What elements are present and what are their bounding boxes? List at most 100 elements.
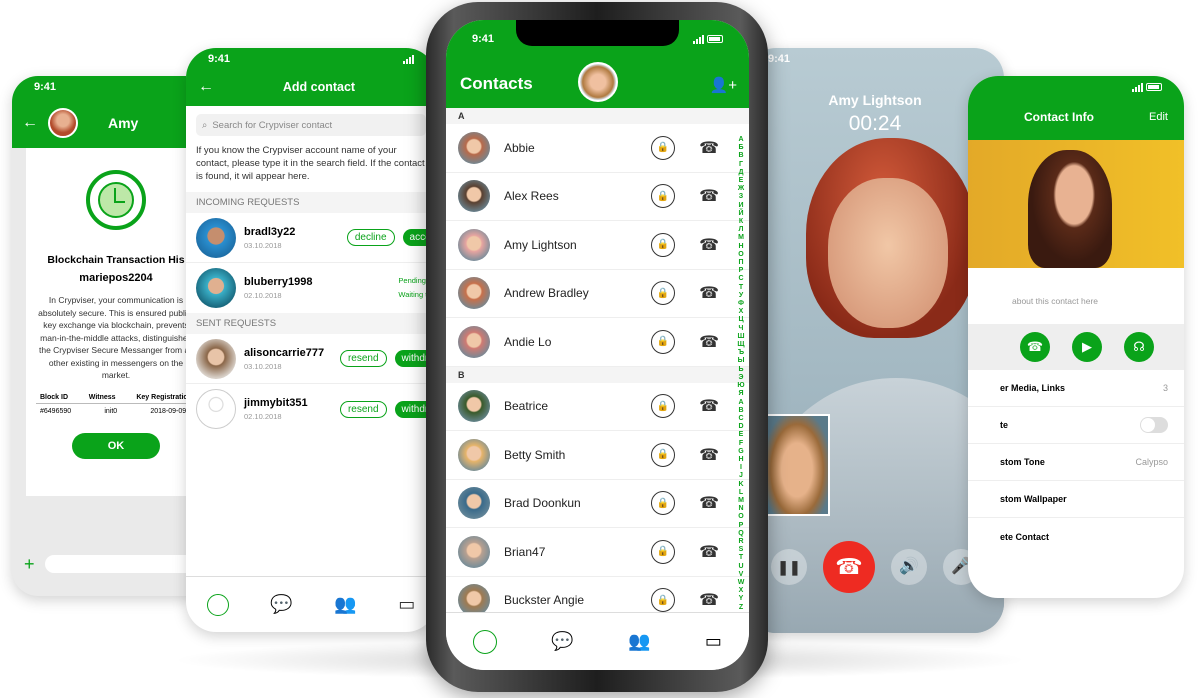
contact-row[interactable]: Andie Lo 🔒 ☎ — [446, 318, 749, 367]
index-letter[interactable]: Z — [736, 604, 746, 612]
index-letter[interactable]: Д — [736, 169, 746, 177]
index-letter[interactable]: Х — [736, 308, 746, 316]
mute-row[interactable]: te — [968, 407, 1184, 444]
decline-button[interactable]: decline — [346, 229, 395, 246]
secure-chat-icon[interactable]: 🔒 — [651, 539, 676, 564]
secure-call-icon[interactable]: ☎ — [699, 396, 719, 416]
index-letter[interactable]: X — [736, 587, 746, 595]
video-call-icon[interactable]: ▶ — [1072, 332, 1102, 362]
back-arrow-icon[interactable]: ← — [198, 78, 214, 96]
index-letter[interactable]: A — [736, 399, 746, 407]
contact-row[interactable]: Brian47 🔒 ☎ — [446, 528, 749, 577]
resend-button[interactable]: resend — [339, 350, 387, 367]
secure-call-icon[interactable]: ☎ — [699, 138, 719, 158]
index-letter[interactable]: K — [736, 481, 746, 489]
secure-call-icon[interactable]: ☎ — [699, 332, 719, 352]
index-letter[interactable]: И — [736, 202, 746, 210]
contact-row[interactable]: Alex Rees 🔒 ☎ — [446, 172, 749, 221]
secure-call-icon[interactable]: ☎ — [699, 186, 719, 206]
index-letter[interactable]: С — [736, 275, 746, 283]
profile-avatar[interactable] — [578, 62, 618, 102]
contact-row[interactable]: Abbie 🔒 ☎ — [446, 124, 749, 173]
index-letter[interactable]: Г — [736, 161, 746, 169]
index-letter[interactable]: P — [736, 522, 746, 530]
wallet-tab-icon[interactable]: ▭ — [705, 631, 722, 652]
alphabet-index[interactable]: AБВГДЕЖЗИЙКЛМНОПРСТУФХЦЧШЩЪЫЬЭЮЯABCDEFGH… — [736, 136, 746, 620]
index-letter[interactable]: Щ — [736, 341, 746, 349]
index-letter[interactable]: Y — [736, 595, 746, 603]
index-letter[interactable]: Ф — [736, 300, 746, 308]
index-letter[interactable]: U — [736, 563, 746, 571]
secure-call-icon[interactable]: ☎ — [699, 283, 719, 303]
contacts-tab-icon[interactable] — [206, 593, 229, 616]
secure-chat-icon[interactable]: 🔒 — [651, 588, 676, 612]
index-letter[interactable]: Р — [736, 267, 746, 275]
index-letter[interactable]: Ж — [736, 185, 746, 193]
search-input[interactable]: ⌕ Search for Crypviser contact — [196, 114, 426, 136]
index-letter[interactable]: F — [736, 440, 746, 448]
contact-row[interactable]: Beatrice 🔒 ☎ — [446, 382, 749, 431]
request-row[interactable]: bradl3y2203.10.2018 decline accept — [186, 213, 436, 263]
index-letter[interactable]: W — [736, 579, 746, 587]
index-letter[interactable]: Ю — [736, 382, 746, 390]
index-letter[interactable]: Ч — [736, 325, 746, 333]
index-letter[interactable]: К — [736, 218, 746, 226]
pause-button[interactable]: ❚❚ — [771, 549, 807, 585]
index-letter[interactable]: D — [736, 423, 746, 431]
secure-chat-icon[interactable]: 🔒 — [651, 135, 676, 160]
contact-row[interactable]: Amy Lightson 🔒 ☎ — [446, 221, 749, 270]
contact-row[interactable]: Betty Smith 🔒 ☎ — [446, 431, 749, 480]
mute-toggle[interactable] — [1140, 417, 1168, 433]
resend-button[interactable]: resend — [339, 400, 387, 418]
speaker-button[interactable]: 🔊 — [891, 549, 927, 585]
index-letter[interactable]: Б — [736, 144, 746, 152]
tone-row[interactable]: stom Tone Calypso — [968, 444, 1184, 481]
index-letter[interactable]: L — [736, 489, 746, 497]
contact-row[interactable]: Buckster Angie 🔒 ☎ — [446, 576, 749, 612]
index-letter[interactable]: R — [736, 538, 746, 546]
index-letter[interactable]: Q — [736, 530, 746, 538]
secure-chat-icon[interactable]: 🔒 — [651, 281, 676, 306]
index-letter[interactable]: Е — [736, 177, 746, 185]
secure-call-icon[interactable]: ☎ — [699, 235, 719, 255]
groups-tab-icon[interactable]: 👥 — [334, 594, 356, 615]
index-letter[interactable]: П — [736, 259, 746, 267]
index-letter[interactable]: Ш — [736, 333, 746, 341]
add-contact-icon[interactable]: 👤+ — [710, 76, 737, 94]
audio-call-icon[interactable]: ☊ — [1124, 332, 1154, 362]
secure-chat-icon[interactable]: 🔒 — [651, 329, 676, 354]
index-letter[interactable]: H — [736, 456, 746, 464]
index-letter[interactable]: Т — [736, 284, 746, 292]
index-letter[interactable]: C — [736, 415, 746, 423]
secure-call-icon[interactable]: ☎ — [699, 445, 719, 465]
request-row[interactable]: alisoncarrie77703.10.2018 resend withdra… — [186, 334, 436, 384]
secure-chat-icon[interactable]: 🔒 — [651, 394, 676, 419]
secure-chat-icon[interactable]: 🔒 — [651, 232, 676, 257]
index-letter[interactable]: B — [736, 407, 746, 415]
contacts-tab-icon[interactable] — [473, 629, 498, 654]
wallet-tab-icon[interactable]: ▭ — [398, 594, 415, 615]
index-letter[interactable]: S — [736, 546, 746, 554]
secure-call-icon[interactable]: ☎ — [699, 590, 719, 610]
index-letter[interactable]: I — [736, 464, 746, 472]
secure-chat-icon[interactable]: 🔒 — [651, 491, 676, 516]
edit-button[interactable]: Edit — [1149, 111, 1168, 123]
index-letter[interactable]: A — [736, 136, 746, 144]
contact-row[interactable]: Andrew Bradley 🔒 ☎ — [446, 269, 749, 318]
index-letter[interactable]: E — [736, 431, 746, 439]
index-letter[interactable]: G — [736, 448, 746, 456]
secure-call-icon[interactable]: ☎ — [1020, 332, 1050, 362]
index-letter[interactable]: Э — [736, 374, 746, 382]
index-letter[interactable]: Ц — [736, 316, 746, 324]
index-letter[interactable]: В — [736, 152, 746, 160]
index-letter[interactable]: М — [736, 234, 746, 242]
add-icon[interactable]: + — [24, 554, 35, 575]
index-letter[interactable]: Ъ — [736, 349, 746, 357]
request-row[interactable]: jimmybit35102.10.2018 resend withdraw — [186, 384, 436, 434]
secure-call-icon[interactable]: ☎ — [699, 493, 719, 513]
delete-row[interactable]: ete Contact — [968, 518, 1184, 555]
index-letter[interactable]: Л — [736, 226, 746, 234]
index-letter[interactable]: О — [736, 251, 746, 259]
secure-call-icon[interactable]: ☎ — [699, 542, 719, 562]
index-letter[interactable]: M — [736, 497, 746, 505]
